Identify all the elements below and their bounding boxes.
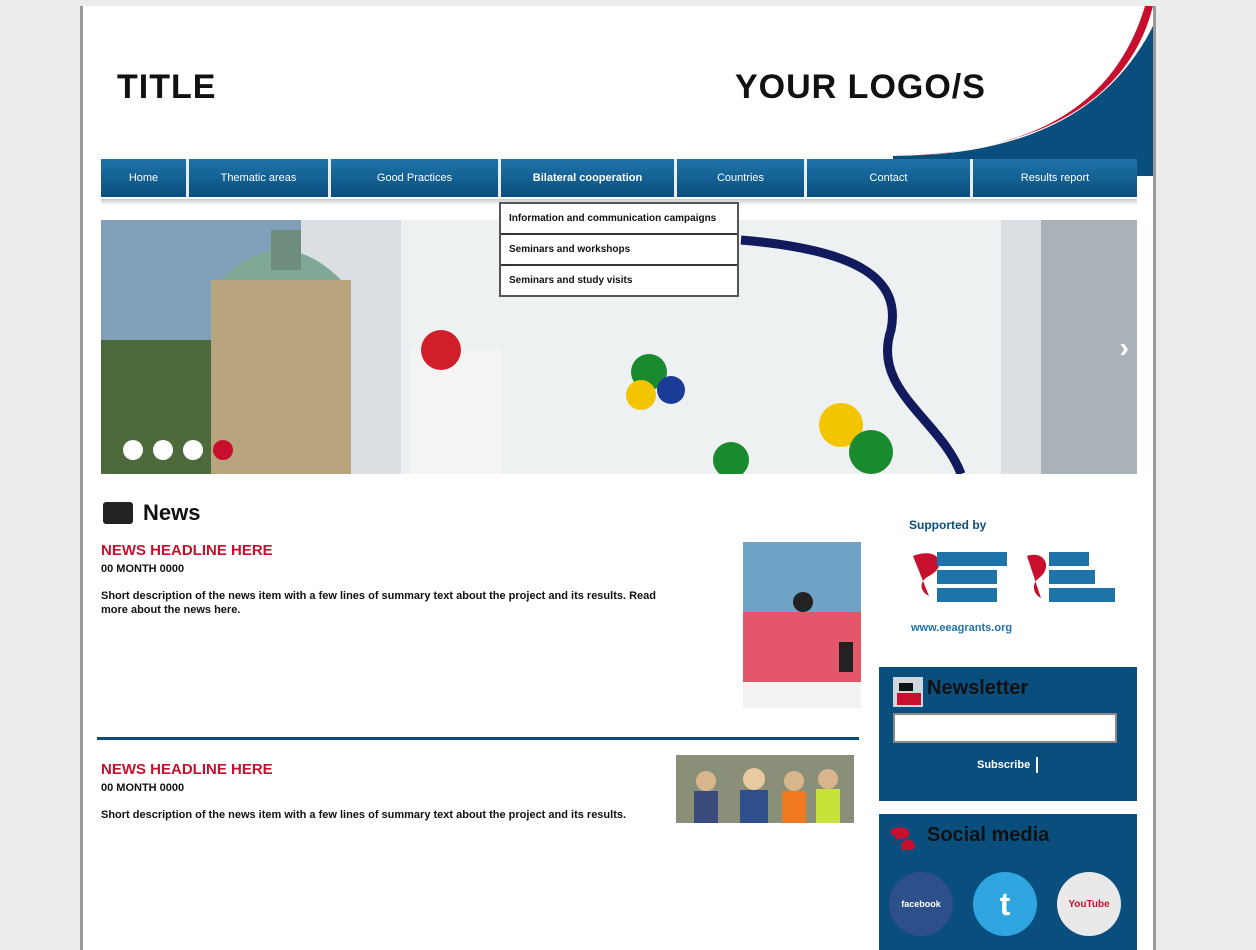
header-swoosh — [893, 6, 1153, 176]
nav-good-practices[interactable]: Good Practices — [331, 159, 501, 197]
newsletter-icon — [893, 677, 923, 707]
news-heading: News — [103, 500, 200, 526]
facebook-icon[interactable]: facebook — [889, 872, 953, 936]
subscribe-button[interactable]: Subscribe — [971, 757, 1039, 773]
article-body: Short description of the news item with … — [101, 590, 656, 616]
youtube-icon[interactable]: YouTube — [1057, 872, 1121, 936]
bilateral-cooperation-dropdown: Information and communication campaigns … — [499, 202, 739, 297]
partner-website-link[interactable]: www.eeagrants.org — [911, 622, 1012, 634]
social-media-icon — [890, 827, 915, 852]
social-media-box: Social media facebook t YouTube — [879, 814, 1137, 950]
nav-countries[interactable]: Countries — [677, 159, 807, 197]
dropdown-item-seminars-workshops[interactable]: Seminars and workshops — [501, 235, 737, 266]
article-body: Short description of the news item with … — [101, 809, 627, 821]
nav-bilateral-cooperation[interactable]: Bilateral cooperation — [501, 159, 677, 197]
slider-pagination — [123, 440, 233, 460]
slider-next-arrow-icon[interactable]: › — [1120, 332, 1129, 364]
newsletter-box: Newsletter Subscribe — [879, 667, 1137, 801]
supported-by-label: Supported by — [909, 518, 987, 532]
news-icon — [103, 502, 133, 524]
news-heading-text: News — [143, 500, 201, 525]
social-media-title: Social media — [927, 824, 1050, 846]
nav-contact[interactable]: Contact — [807, 159, 973, 197]
dropdown-item-seminars-study-visits[interactable]: Seminars and study visits — [501, 266, 737, 295]
slider-dot-4[interactable] — [213, 440, 233, 460]
site-title: TITLE — [117, 68, 217, 106]
slider-dot-1[interactable] — [123, 440, 143, 460]
dropdown-item-campaigns[interactable]: Information and communication campaigns — [501, 204, 737, 235]
nav-thematic-areas[interactable]: Thematic areas — [189, 159, 331, 197]
slider-dot-3[interactable] — [183, 440, 203, 460]
main-navigation: Home Thematic areas Good Practices Bilat… — [101, 159, 1137, 197]
article-2-thumbnail[interactable] — [676, 755, 854, 823]
newsletter-email-input[interactable] — [893, 713, 1117, 743]
newsletter-title: Newsletter — [927, 677, 1029, 699]
article-1-thumbnail[interactable] — [743, 542, 861, 708]
news-divider — [97, 737, 859, 740]
nav-results-report[interactable]: Results report — [973, 159, 1137, 197]
twitter-icon[interactable]: t — [973, 872, 1037, 936]
nav-home[interactable]: Home — [101, 159, 189, 197]
slider-dot-2[interactable] — [153, 440, 173, 460]
partner-logos[interactable] — [909, 546, 1119, 616]
page-container: TITLE YOUR LOGO/S Home Thematic areas Go… — [80, 6, 1156, 950]
